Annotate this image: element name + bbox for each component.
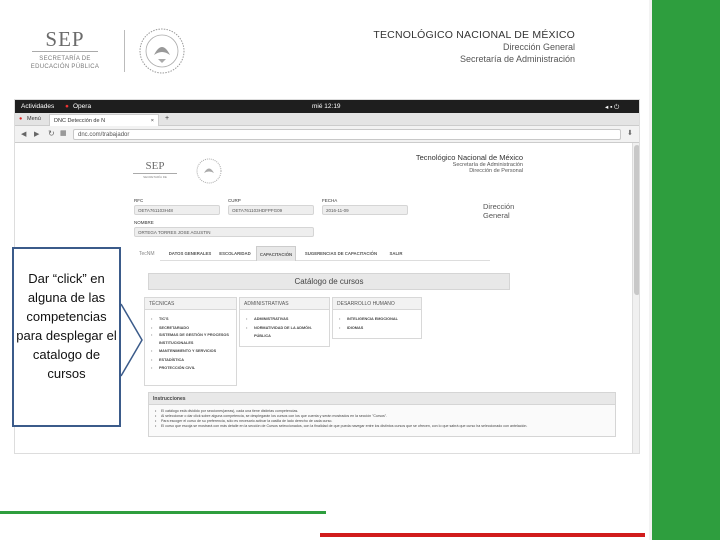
green-footer-line xyxy=(0,511,326,514)
close-tab-icon[interactable]: × xyxy=(151,118,154,124)
forward-icon[interactable]: ▶ xyxy=(34,130,39,138)
download-icon[interactable]: ⬇ xyxy=(627,129,633,137)
app-institution-name: Tecnológico Nacional de México xyxy=(415,153,523,162)
competency-item[interactable]: SISTEMAS DE GESTIÓN Y PROCESOS INSTITUCI… xyxy=(151,332,232,347)
competency-item[interactable]: INTELIGENCIA EMOCIONAL xyxy=(339,315,417,324)
tab-sugerencias[interactable]: SUGERENCIAS DE CAPACITACIÓN xyxy=(300,246,382,261)
curp-label: CURP xyxy=(228,198,241,203)
slide-subtitle-2: Secretaría de Administración xyxy=(459,54,575,64)
instruction-callout: Dar “click” en alguna de las competencia… xyxy=(12,247,121,427)
competency-item[interactable]: PROTECCIÓN CIVIL xyxy=(151,364,232,373)
app-sep-logo-text: SEP xyxy=(145,160,165,172)
logo-divider xyxy=(32,51,98,52)
back-icon[interactable]: ◀ xyxy=(21,130,26,138)
opera-menu-icon[interactable]: ● xyxy=(19,116,22,122)
column-header: TÉCNICAS xyxy=(145,298,236,310)
competency-item[interactable]: NORMATIVIDAD DE LA ADMÓN. PÚBLICA xyxy=(246,324,325,341)
green-side-bar xyxy=(649,0,720,540)
opera-menu-label[interactable]: Menú xyxy=(27,116,41,122)
competency-column-administrativas: ADMINISTRATIVAS ADMINISTRATIVAS NORMATIV… xyxy=(239,297,330,347)
scrollbar-thumb[interactable] xyxy=(634,145,639,295)
browser-tab-bar: ● Menú DNC Detección de N × + xyxy=(15,113,639,126)
os-top-bar: Actividades ● Opera mié 12:19 ◂ ▪ ⏻ xyxy=(15,100,639,113)
system-tray-icons[interactable]: ◂ ▪ ⏻ xyxy=(605,103,619,112)
competency-item[interactable]: IDIOMAS xyxy=(339,324,417,333)
competency-item[interactable]: ADMINISTRATIVAS xyxy=(246,315,325,324)
speed-dial-icon[interactable]: ▦ xyxy=(60,129,67,137)
slide-subtitle-1: Dirección General xyxy=(502,42,575,52)
tab-title: DNC Detección de N xyxy=(54,118,106,124)
competency-item[interactable]: TIC'S xyxy=(151,315,232,324)
browser-app-menu[interactable]: Opera xyxy=(73,103,91,110)
clock: mié 12:19 xyxy=(312,103,341,110)
rfc-label: RFC xyxy=(134,198,144,203)
competency-column-desarrollo-humano: DESARROLLO HUMANO INTELIGENCIA EMOCIONAL… xyxy=(332,297,422,339)
app-nav-tabs: DATOS GENERALES ESCOLARIDAD CAPACITACIÓN… xyxy=(160,246,490,261)
app-institution: Tecnológico Nacional de México Secretarí… xyxy=(395,153,523,174)
sep-logo: SEP SECRETARÍA DE EDUCACIÓN PÚBLICA xyxy=(22,28,108,74)
sep-subtitle-2: EDUCACIÓN PÚBLICA xyxy=(30,64,100,70)
app-sep-logo: SEP SECRETARÍA DE xyxy=(133,160,203,188)
reload-icon[interactable]: ↻ xyxy=(48,129,55,138)
slide-title: TECNOLÓGICO NACIONAL DE MÉXICO xyxy=(373,29,575,41)
competency-item[interactable]: SECRETARIADO xyxy=(151,324,232,333)
app-sep-logo-sub: SECRETARÍA DE xyxy=(143,175,167,179)
browser-tab[interactable]: DNC Detección de N × xyxy=(49,114,159,126)
instruction-item: El curso que escoja se mostrará con más … xyxy=(155,424,609,429)
competency-item[interactable]: MANTENIMIENTO Y SERVICIOS xyxy=(151,347,232,356)
nombre-label: NOMBRE xyxy=(134,220,154,225)
fecha-label: FECHA xyxy=(322,198,338,203)
new-tab-icon[interactable]: + xyxy=(165,115,169,122)
tab-salir[interactable]: SALIR xyxy=(386,246,406,261)
competency-item[interactable]: ESTADÍSTICA xyxy=(151,356,232,365)
red-footer-line xyxy=(320,533,645,537)
column-header: DESARROLLO HUMANO xyxy=(333,298,421,310)
tecnm-brand: TecNM xyxy=(139,251,155,257)
opera-icon: ● xyxy=(65,103,69,110)
catalog-title: Catálogo de cursos xyxy=(148,273,510,290)
app-institution-sub2: Dirección de Personal xyxy=(469,168,523,174)
tab-capacitacion[interactable]: CAPACITACIÓN xyxy=(256,246,296,261)
nombre-field[interactable]: ORTEGA TORRES JOSE AGUSTIN xyxy=(134,227,314,237)
direccion-general-label: Dirección General xyxy=(483,202,515,220)
app-seal-icon xyxy=(195,157,223,190)
url-field[interactable]: dnc.com/trabajador xyxy=(73,129,621,140)
callout-arrow-icon xyxy=(120,303,144,382)
slide-header-text: TECNOLÓGICO NACIONAL DE MÉXICO Dirección… xyxy=(373,29,575,65)
activities-button[interactable]: Actividades xyxy=(21,103,54,110)
instructions-title: Instrucciones xyxy=(149,393,615,405)
sep-subtitle-1: SECRETARÍA DE xyxy=(39,56,91,62)
fecha-field[interactable]: 2016-11-09 xyxy=(322,205,408,215)
column-header: ADMINISTRATIVAS xyxy=(240,298,329,310)
sep-logo-text: SEP xyxy=(45,27,85,51)
competency-column-tecnicas: TÉCNICAS TIC'S SECRETARIADO SISTEMAS DE … xyxy=(144,297,237,386)
page-scrollbar[interactable] xyxy=(632,143,639,453)
tab-escolaridad[interactable]: ESCOLARIDAD xyxy=(216,246,254,261)
rfc-field[interactable]: OETA761103H48 xyxy=(134,205,220,215)
header-divider xyxy=(124,30,125,72)
tab-datos-generales[interactable]: DATOS GENERALES xyxy=(168,246,212,261)
curp-field[interactable]: OETA761103HDFPFG09 xyxy=(228,205,314,215)
national-seal-icon xyxy=(138,25,186,77)
instructions-panel: Instrucciones El catálogo está dividido … xyxy=(148,392,616,437)
